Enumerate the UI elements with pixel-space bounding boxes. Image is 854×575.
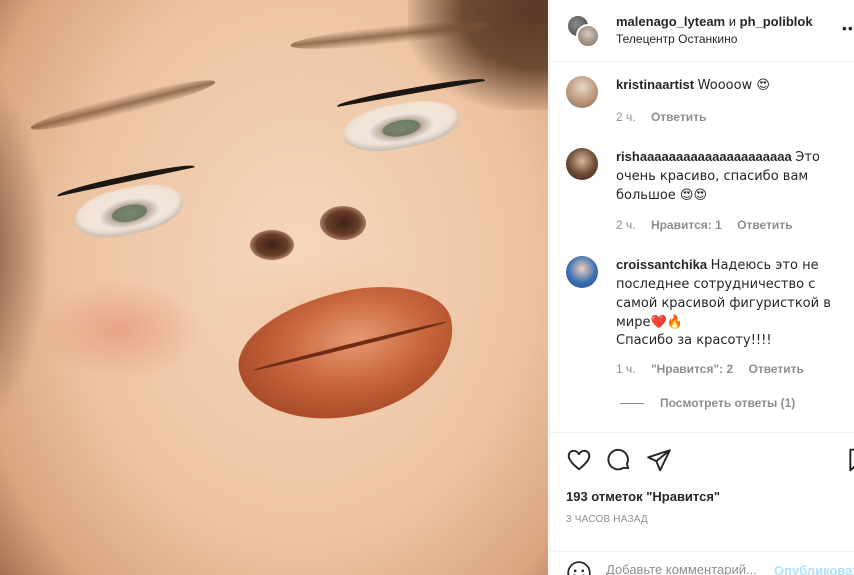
comment-username[interactable]: croissantchika	[616, 257, 707, 272]
view-replies-button[interactable]: Посмотреть ответы (1)	[620, 396, 795, 410]
comment-meta: 1 ч. "Нравится": 2 Ответить	[616, 362, 816, 376]
add-comment-bar: Опубликовать	[550, 551, 854, 575]
comment-time: 2 ч.	[616, 110, 636, 124]
photo-hair-left	[0, 60, 50, 440]
publish-button[interactable]: Опубликовать	[774, 563, 854, 575]
author-link-second[interactable]: ph_poliblok	[740, 14, 813, 29]
photo-lips	[227, 270, 467, 438]
avatar[interactable]	[576, 24, 600, 48]
comment-likes-button[interactable]: Нравится: 1	[651, 218, 722, 232]
share-icon[interactable]	[646, 447, 672, 473]
comment-username[interactable]: rishaаааааааааааааааааааа	[616, 149, 792, 164]
post-actions	[550, 432, 854, 484]
post-authors: malenago_lyteam и ph_poliblok	[616, 14, 813, 29]
reply-button[interactable]: Ответить	[737, 218, 792, 232]
emoji-icon[interactable]	[566, 560, 592, 575]
more-horizontal-icon[interactable]: •••	[842, 20, 854, 36]
view-replies-divider	[620, 402, 644, 404]
comment-body: croissantchika Надеюсь это не последнее …	[616, 256, 844, 350]
comment-text-line-2: Спасибо за красоту!!!!	[616, 333, 772, 348]
view-replies-label: Посмотреть ответы (1)	[660, 396, 796, 410]
author-joiner: и	[728, 14, 736, 29]
post-photo[interactable]	[0, 0, 548, 575]
comment-time: 2 ч.	[616, 218, 636, 232]
photo-nostril-right	[320, 206, 366, 240]
avatar[interactable]	[566, 76, 598, 108]
post-header: malenago_lyteam и ph_poliblok Телецентр …	[550, 0, 854, 62]
comment-body: kristinaartist Woooow 😍	[616, 76, 844, 95]
reply-button[interactable]: Ответить	[748, 362, 803, 376]
photo-eyebrow-left	[28, 73, 218, 137]
author-link-first[interactable]: malenago_lyteam	[616, 14, 725, 29]
comment-text: Woooow 😍	[697, 78, 770, 93]
comment-username[interactable]: kristinaartist	[616, 77, 694, 92]
comment-input[interactable]	[606, 562, 776, 575]
comment-icon[interactable]	[606, 447, 632, 473]
comment-meta: 2 ч. Ответить	[616, 110, 718, 124]
avatar[interactable]	[566, 148, 598, 180]
post-time-ago: 3 ЧАСОВ НАЗАД	[566, 514, 648, 525]
heart-icon[interactable]	[566, 447, 592, 473]
bookmark-icon[interactable]	[846, 447, 854, 473]
author-avatars[interactable]	[566, 14, 600, 48]
post-side-panel: malenago_lyteam и ph_poliblok Телецентр …	[549, 0, 854, 575]
comment-time: 1 ч.	[616, 362, 636, 376]
reply-button[interactable]: Ответить	[651, 110, 706, 124]
likes-count[interactable]: 193 отметок "Нравится"	[566, 489, 720, 504]
photo-nostril-left	[250, 230, 294, 260]
comment-body: rishaаааааааааааааааааааа Это очень крас…	[616, 148, 844, 205]
post-location[interactable]: Телецентр Останкино	[616, 32, 737, 46]
comment-meta: 2 ч. Нравится: 1 Ответить	[616, 218, 805, 232]
comment-likes-button[interactable]: "Нравится": 2	[651, 362, 733, 376]
avatar[interactable]	[566, 256, 598, 288]
